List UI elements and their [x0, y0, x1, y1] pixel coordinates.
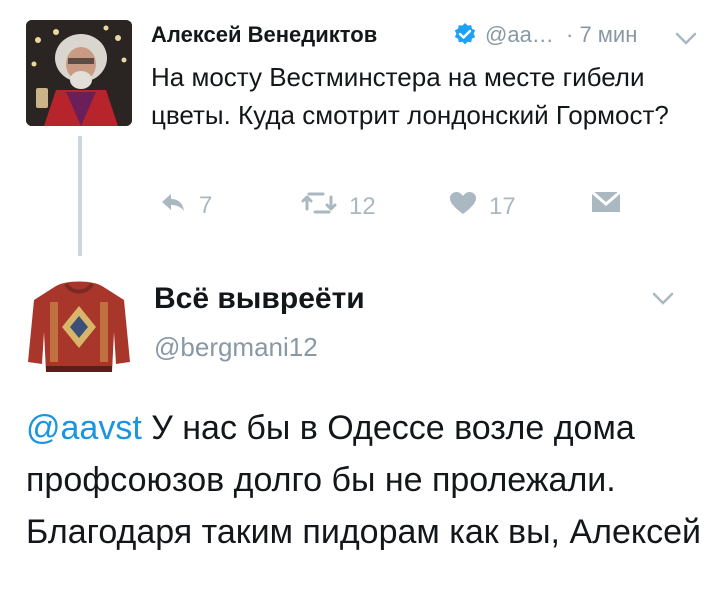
- reply-icon: [159, 191, 187, 220]
- avatar-original-author[interactable]: [26, 20, 132, 126]
- like-button[interactable]: 17: [449, 191, 516, 222]
- like-count: 17: [489, 192, 516, 220]
- original-author-name[interactable]: Алексей Венедиктов: [151, 22, 377, 48]
- mention-link[interactable]: @aavst: [26, 409, 142, 447]
- direct-message-button[interactable]: [591, 190, 621, 220]
- reply-author-handle[interactable]: @bergmani12: [154, 332, 318, 363]
- original-author-handle[interactable]: @аа…: [485, 22, 554, 48]
- retweet-count: 12: [349, 192, 376, 220]
- reply-button[interactable]: 7: [159, 191, 212, 220]
- original-tweet-text: На мосту Вестминстера на месте гибели цв…: [151, 62, 669, 130]
- avatar-reply-author[interactable]: [26, 272, 132, 378]
- heart-icon: [449, 191, 477, 222]
- envelope-icon: [591, 190, 621, 220]
- reply-count: 7: [199, 191, 213, 219]
- chevron-down-icon[interactable]: [652, 292, 674, 306]
- conversation-thread-line: [78, 136, 82, 256]
- verified-badge-icon: [453, 22, 477, 46]
- tweet-actions: 7 12 17: [151, 190, 631, 225]
- retweet-icon: [301, 191, 337, 222]
- tweet-timestamp[interactable]: · 7 мин: [566, 22, 637, 48]
- reply-tweet-text: @aavst У нас бы в Одессе возле дома проф…: [26, 402, 706, 558]
- chevron-down-icon[interactable]: [675, 32, 697, 46]
- reply-author-name[interactable]: Всё вывреёти: [154, 282, 365, 316]
- retweet-button[interactable]: 12: [301, 191, 376, 222]
